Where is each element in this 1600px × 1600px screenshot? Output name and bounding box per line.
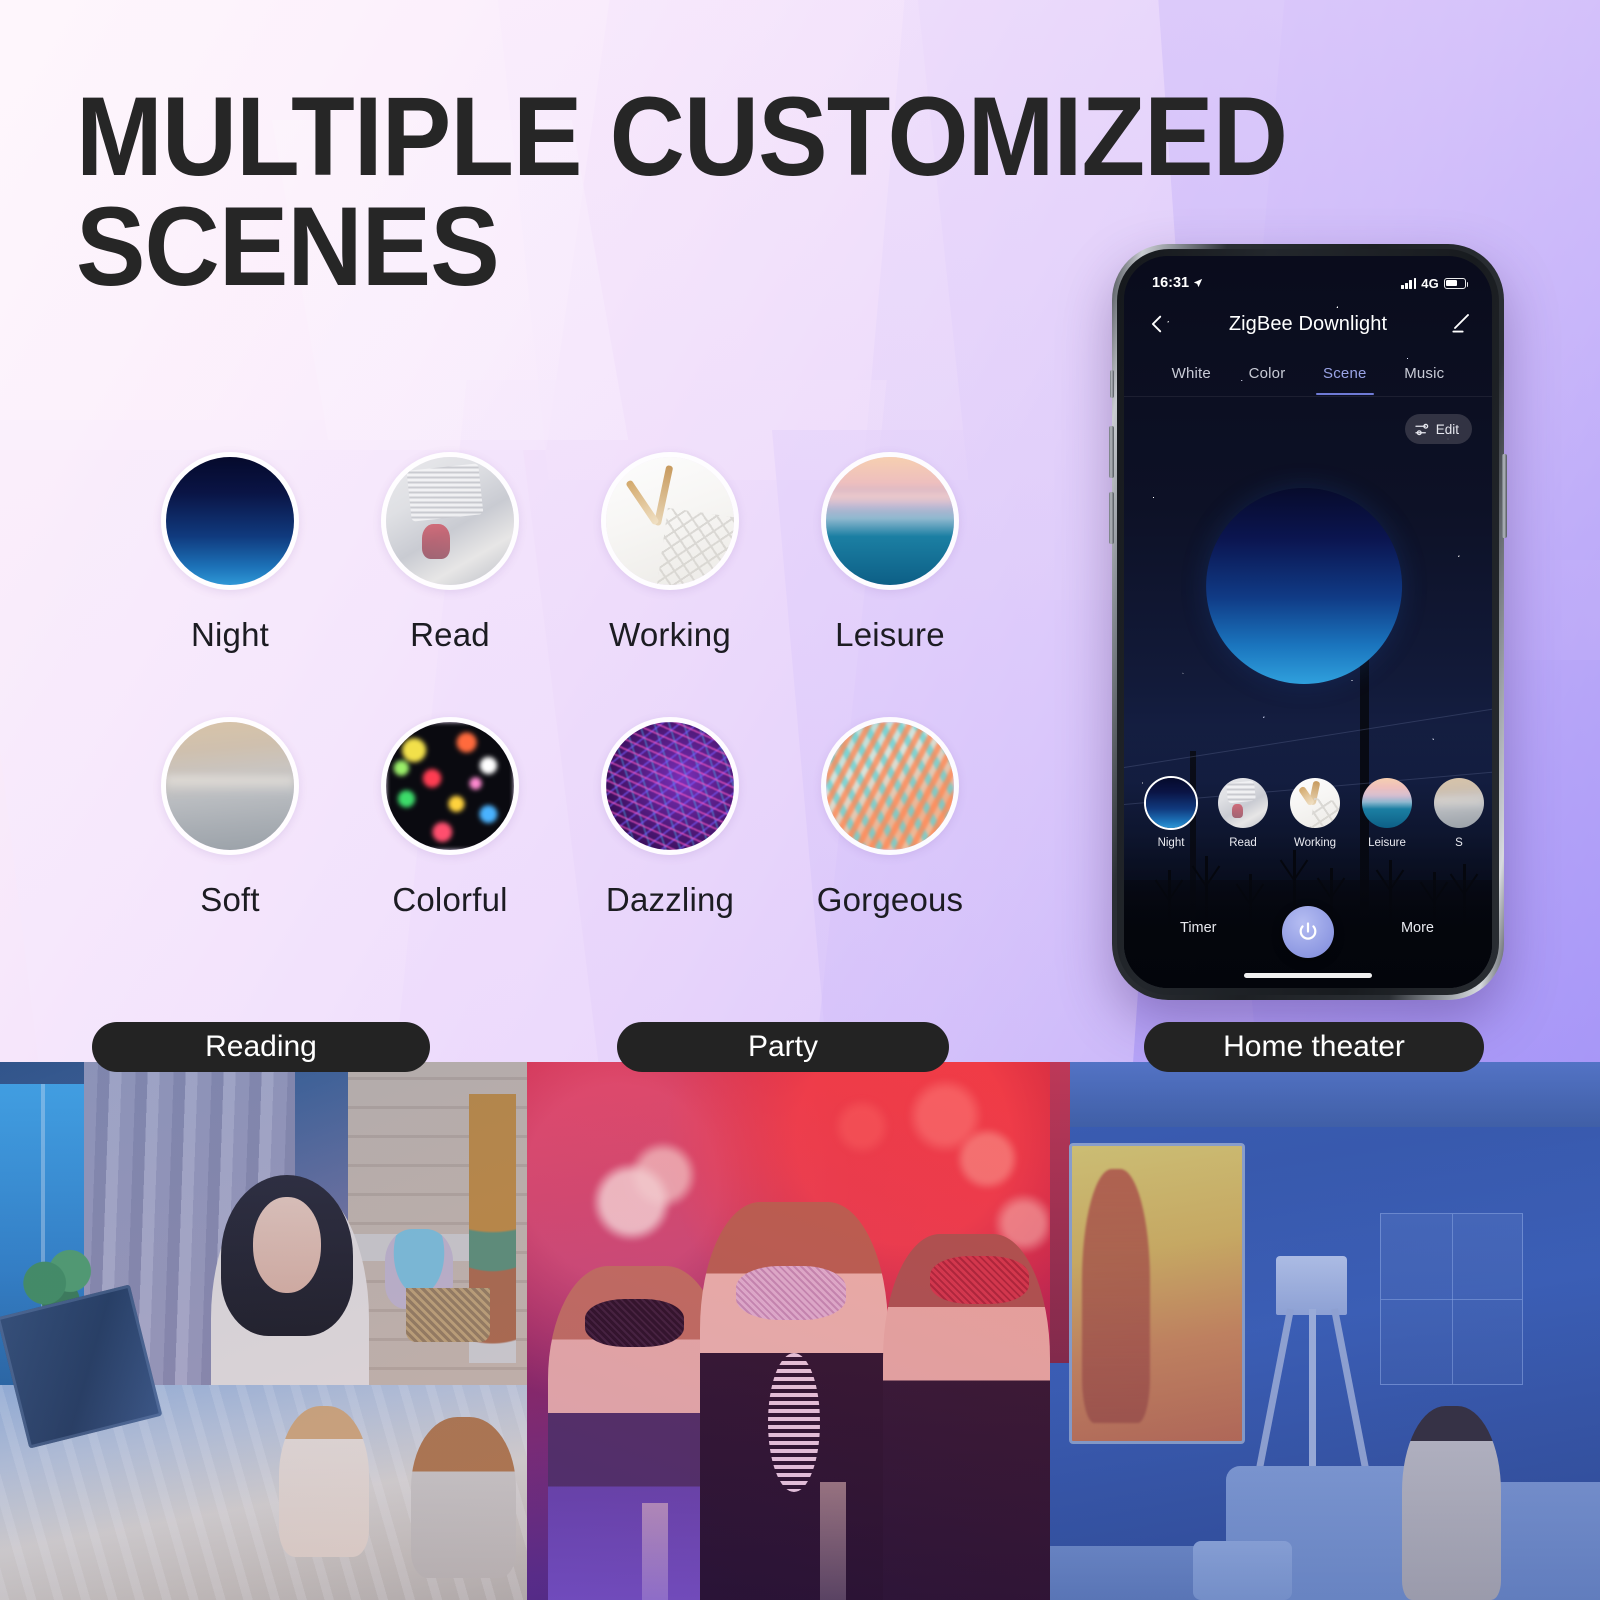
scene-label: Night	[190, 616, 270, 653]
phone-volume-down-button[interactable]	[1109, 492, 1114, 544]
app-bottom-bar: Timer More	[1124, 880, 1492, 988]
app-header: ZigBee Downlight	[1124, 298, 1492, 350]
carousel-thumb-soft	[1432, 776, 1486, 830]
carousel-item-leisure[interactable]: Leisure	[1356, 776, 1418, 849]
scene-thumb-night	[161, 452, 299, 590]
status-bar: 16:31 4G	[1124, 256, 1492, 298]
carousel-thumb-night	[1144, 776, 1198, 830]
scene-item-dazzling[interactable]: Dazzling	[560, 717, 780, 982]
phone-volume-up-button[interactable]	[1109, 426, 1114, 478]
scene-label: Working	[609, 616, 731, 653]
scene-item-read[interactable]: Read	[340, 452, 560, 717]
location-arrow-icon	[1193, 278, 1203, 288]
carousel-label: Night	[1157, 837, 1185, 849]
photo-reading	[0, 1062, 527, 1600]
photo-label-reading: Reading	[92, 1022, 430, 1072]
scene-item-working[interactable]: Working	[560, 452, 780, 717]
carousel-item-soft[interactable]: S	[1428, 776, 1490, 849]
tab-scene[interactable]: Scene	[1316, 359, 1374, 395]
scene-thumb-read	[381, 452, 519, 590]
battery-icon	[1444, 277, 1469, 289]
scene-item-gorgeous[interactable]: Gorgeous	[780, 717, 1000, 982]
poster-canvas: MULTIPLE CUSTOMIZED SCENES Night Read Wo…	[0, 0, 1600, 1600]
scene-preview-circle[interactable]	[1206, 488, 1403, 684]
pencil-icon[interactable]	[1448, 312, 1472, 336]
device-title: ZigBee Downlight	[1228, 312, 1388, 335]
carousel-thumb-working	[1288, 776, 1342, 830]
photo-party	[527, 1062, 1050, 1600]
scene-label: Gorgeous	[816, 881, 964, 918]
photo-label-home-theater: Home theater	[1144, 1022, 1484, 1072]
scene-thumb-colorful	[381, 717, 519, 855]
signal-bars-icon	[1401, 277, 1417, 289]
sliders-icon	[1415, 423, 1428, 435]
carousel-item-night[interactable]: Night	[1140, 776, 1202, 849]
power-icon	[1299, 922, 1317, 940]
timer-button[interactable]: Timer	[1180, 920, 1217, 936]
phone-screen: 16:31 4G ZigBee Downlight White Color Sc…	[1124, 256, 1492, 988]
phone-mute-switch[interactable]	[1110, 370, 1114, 398]
photo-label-party: Party	[617, 1022, 949, 1072]
edit-button-label: Edit	[1435, 421, 1459, 437]
tab-white[interactable]: White	[1168, 359, 1215, 388]
scene-grid: Night Read Working Leisure Soft Colorful…	[120, 452, 1020, 982]
status-time: 16:31	[1152, 275, 1190, 291]
carousel-item-working[interactable]: Working	[1284, 776, 1346, 849]
scene-item-night[interactable]: Night	[120, 452, 340, 717]
carousel-label: Leisure	[1368, 837, 1406, 849]
network-label: 4G	[1421, 275, 1439, 291]
scene-carousel[interactable]: Night Read Working Leisure S	[1124, 776, 1492, 868]
phone-mockup: 16:31 4G ZigBee Downlight White Color Sc…	[1109, 244, 1507, 1000]
scene-item-soft[interactable]: Soft	[120, 717, 340, 982]
tabs-divider	[1124, 396, 1492, 397]
edit-button[interactable]: Edit	[1404, 414, 1472, 444]
scene-thumb-leisure	[821, 452, 959, 590]
scene-thumb-soft	[161, 717, 299, 855]
carousel-item-read[interactable]: Read	[1212, 776, 1274, 849]
scene-thumb-dazzling	[601, 717, 739, 855]
scene-label: Dazzling	[605, 881, 735, 918]
photo-strip	[0, 1062, 1600, 1600]
tab-color[interactable]: Color	[1245, 359, 1290, 388]
carousel-thumb-read	[1216, 776, 1270, 830]
power-toggle-button[interactable]	[1282, 906, 1334, 958]
carousel-label: Read	[1229, 837, 1257, 849]
scene-thumb-working	[601, 452, 739, 590]
carousel-label: Working	[1294, 837, 1336, 849]
tab-music[interactable]: Music	[1400, 359, 1448, 388]
status-bar-right: 4G	[1401, 275, 1469, 291]
carousel-thumb-leisure	[1360, 776, 1414, 830]
scene-item-colorful[interactable]: Colorful	[340, 717, 560, 982]
home-indicator[interactable]	[1244, 973, 1372, 978]
mode-tabs: White Color Scene Music	[1124, 350, 1492, 396]
scene-label: Read	[410, 616, 490, 653]
scene-item-leisure[interactable]: Leisure	[780, 452, 1000, 717]
scene-label: Colorful	[392, 881, 508, 918]
scene-label: Soft	[200, 881, 260, 918]
phone-power-button[interactable]	[1502, 454, 1507, 538]
chevron-left-icon[interactable]	[1146, 313, 1168, 335]
scene-thumb-gorgeous	[821, 717, 959, 855]
photo-home-theater	[1050, 1062, 1600, 1600]
scene-label: Leisure	[835, 616, 945, 653]
status-bar-left: 16:31	[1152, 275, 1203, 291]
more-button[interactable]: More	[1401, 920, 1434, 936]
carousel-label: S	[1455, 837, 1463, 849]
